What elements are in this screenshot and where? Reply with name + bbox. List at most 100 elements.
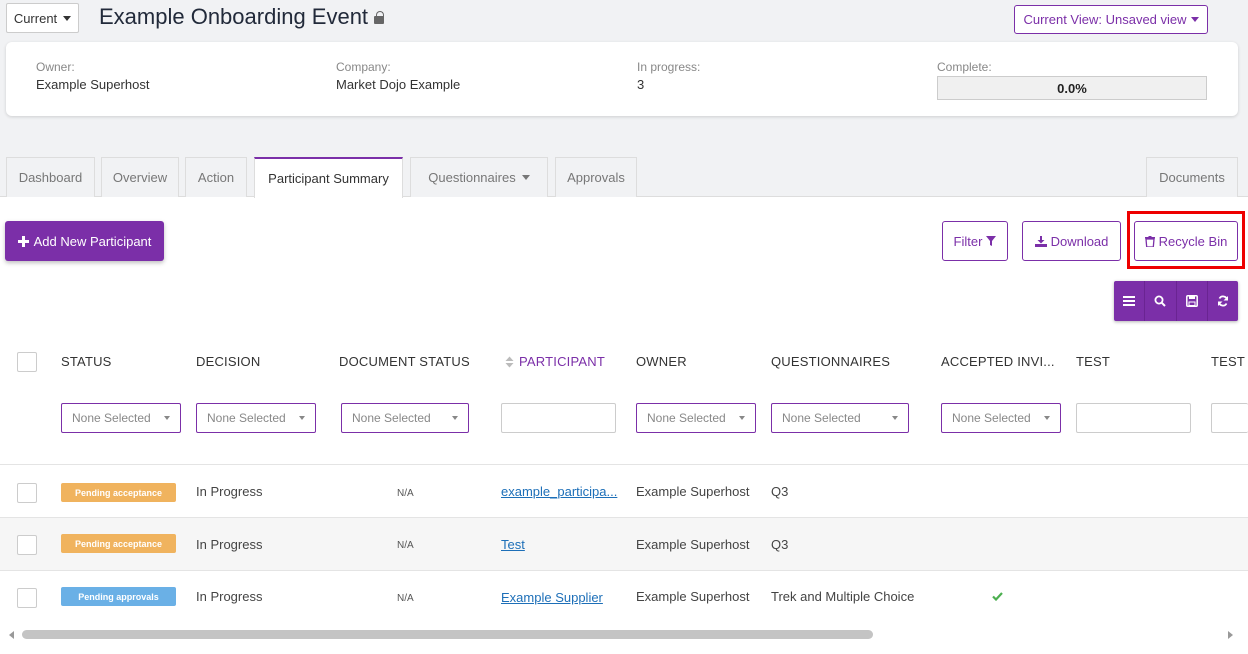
tab-questionnaires[interactable]: Questionnaires [410,157,548,197]
funnel-icon [986,236,997,246]
tab-action[interactable]: Action [185,157,247,197]
column-header-participant[interactable]: PARTICIPANT [505,354,605,369]
row-checkbox[interactable] [17,483,37,503]
chevron-down-icon [299,416,305,420]
download-label: Download [1050,233,1109,249]
add-participant-button[interactable]: Add New Participant [5,221,164,261]
owner-cell: Example Superhost [636,589,750,604]
table-row[interactable]: Pending approvals In Progress N/A Exampl… [0,570,1248,623]
in-progress-info: In progress: 3 [637,60,700,92]
complete-progress-bar: 0.0% [937,76,1207,100]
row-checkbox[interactable] [17,535,37,555]
tab-label: Questionnaires [428,170,516,185]
tab-overview[interactable]: Overview [101,157,179,197]
save-icon [1185,295,1198,307]
select-all-checkbox[interactable] [17,352,37,372]
event-info-card: Owner: Example Superhost Company: Market… [6,42,1238,116]
row-checkbox[interactable] [17,588,37,608]
participant-link[interactable]: Test [501,537,525,552]
download-button[interactable]: Download [1022,221,1121,261]
accepted-invite-filter-select[interactable]: None Selected [941,403,1061,433]
owner-filter-select[interactable]: None Selected [636,403,756,433]
in-progress-value: 3 [637,77,645,92]
test-filter-input[interactable] [1076,403,1191,433]
columns-menu-button[interactable] [1114,281,1146,321]
tab-label: Approvals [567,170,625,185]
download-icon [1034,235,1047,247]
complete-value: 0.0% [1057,80,1087,96]
column-header-accepted-invite[interactable]: ACCEPTED INVI... [941,354,1055,369]
participant-filter-input[interactable] [501,403,616,433]
document-status-cell: N/A [397,593,414,604]
owner-value: Example Superhost [36,77,150,92]
complete-label: Complete: [937,60,992,74]
questionnaires-cell: Trek and Multiple Choice [771,589,915,604]
table-row[interactable]: Pending acceptance In Progress N/A examp… [0,464,1248,517]
column-header-decision[interactable]: DECISION [196,354,260,369]
tab-participant-summary[interactable]: Participant Summary [254,157,403,198]
test-2-filter-input[interactable] [1211,403,1248,433]
filter-label: Filter [953,233,983,249]
chevron-down-icon [164,416,170,420]
participant-link[interactable]: example_participa... [501,484,617,499]
save-view-button[interactable] [1177,281,1208,321]
chevron-down-icon [63,15,72,21]
version-select[interactable]: Current [6,3,79,33]
column-header-owner[interactable]: OWNER [636,354,687,369]
tab-label: Dashboard [18,170,83,185]
filter-placeholder: None Selected [782,411,861,425]
tab-approvals[interactable]: Approvals [555,157,637,197]
column-header-document-status[interactable]: DOCUMENT STATUS [339,354,470,369]
column-header-test[interactable]: TEST [1076,354,1110,369]
status-badge: Pending approvals [61,587,176,606]
chevron-down-icon [1190,17,1199,22]
decision-cell: In Progress [196,589,263,604]
chevron-down-icon [739,416,745,420]
tab-documents[interactable]: Documents [1146,157,1238,197]
chevron-down-icon [892,416,898,420]
tab-label: Documents [1159,170,1225,185]
filter-placeholder: None Selected [647,411,726,425]
scrollbar-thumb[interactable] [22,630,873,639]
column-header-status[interactable]: STATUS [61,354,112,369]
table-row[interactable]: Pending acceptance In Progress N/A Test … [0,517,1248,570]
company-info: Company: Market Dojo Example [336,60,460,92]
complete-info: Complete: 0.0% [937,60,1207,100]
status-filter-select[interactable]: None Selected [61,403,181,433]
document-status-filter-select[interactable]: None Selected [341,403,469,433]
scroll-left-arrow-icon[interactable] [9,631,14,639]
add-participant-label: Add New Participant [33,233,152,249]
filter-placeholder: None Selected [352,411,431,425]
page-title: Example Onboarding Event [99,4,385,30]
column-header-questionnaires[interactable]: QUESTIONNAIRES [771,354,890,369]
participant-link[interactable]: Example Supplier [501,590,603,605]
grid-toolbar [1114,281,1238,321]
status-badge: Pending acceptance [61,483,176,502]
tab-dashboard[interactable]: Dashboard [6,157,95,197]
filter-placeholder: None Selected [952,411,1031,425]
chevron-down-icon [452,416,458,420]
version-select-label: Current [13,10,58,26]
event-title-text: Example Onboarding Event [99,4,369,29]
filter-button[interactable]: Filter [942,221,1008,261]
search-button[interactable] [1145,281,1177,321]
refresh-button[interactable] [1208,281,1238,321]
questionnaires-filter-select[interactable]: None Selected [771,403,909,433]
current-view-dropdown[interactable]: Current View: Unsaved view [1014,5,1208,34]
check-icon [992,592,1003,601]
owner-cell: Example Superhost [636,484,750,499]
tab-label: Participant Summary [268,171,389,186]
filter-placeholder: None Selected [72,411,151,425]
status-badge: Pending acceptance [61,534,176,553]
tab-label: Overview [112,170,168,185]
document-status-cell: N/A [397,540,414,551]
column-header-test-2[interactable]: TEST [1211,354,1245,369]
decision-filter-select[interactable]: None Selected [196,403,316,433]
company-value: Market Dojo Example [336,77,461,92]
owner-info: Owner: Example Superhost [36,60,149,92]
scroll-right-arrow-icon[interactable] [1228,631,1233,639]
highlight-frame [1127,211,1245,269]
chevron-down-icon [521,175,530,180]
decision-cell: In Progress [196,484,263,499]
in-progress-label: In progress: [637,60,701,74]
